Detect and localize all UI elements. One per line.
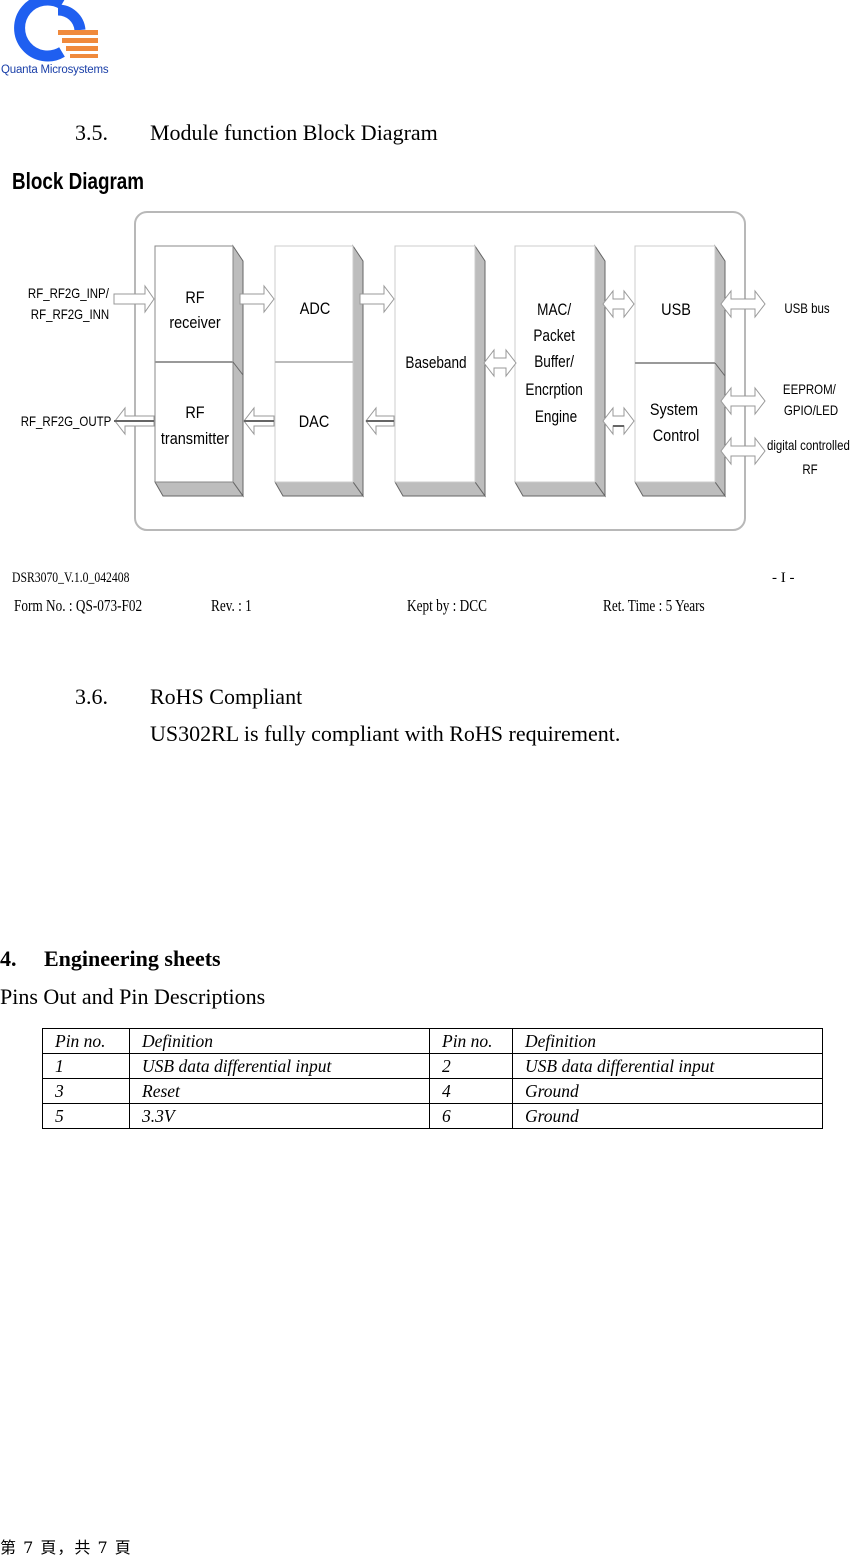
label-digital-rf: digital controlled RF bbox=[767, 437, 850, 477]
table-cell: 1 bbox=[42, 1053, 130, 1079]
rohs-statement: US302RL is fully compliant with RoHS req… bbox=[150, 721, 621, 746]
section-title: Module function Block Diagram bbox=[150, 120, 438, 145]
label-usb-bus: USB bus bbox=[784, 300, 829, 316]
table-cell: 2 bbox=[429, 1053, 513, 1079]
table-row: 3 Reset 4 Ground bbox=[42, 1078, 823, 1104]
table-cell: USB data differential input bbox=[129, 1053, 430, 1079]
header-cell: Definition bbox=[129, 1028, 430, 1054]
table-cell: USB data differential input bbox=[512, 1053, 823, 1079]
section-title: RoHS Compliant bbox=[150, 684, 303, 709]
table-cell: 5 bbox=[42, 1103, 130, 1129]
page-number-footer: 第 7 頁，共 7 頁 bbox=[0, 1538, 132, 1557]
adc-dac-column bbox=[274, 244, 364, 498]
section-number: 4. bbox=[0, 946, 17, 971]
table-cell: 3.3V bbox=[129, 1103, 430, 1129]
table-cell: 3 bbox=[42, 1078, 130, 1104]
table-header-row: Pin no. Definition Pin no. Definition bbox=[42, 1028, 823, 1054]
doc-id: DSR3070_V.1.0_042408 bbox=[12, 570, 130, 586]
table-cell: Ground bbox=[512, 1103, 823, 1129]
pins-subtitle: Pins Out and Pin Descriptions bbox=[0, 984, 266, 1009]
label-eeprom-gpio: EEPROM/ GPIO/LED bbox=[783, 381, 839, 418]
quanta-logo-icon bbox=[14, 0, 98, 62]
section-title: Engineering sheets bbox=[44, 946, 221, 971]
rev: Rev. : 1 bbox=[211, 596, 252, 615]
rf-column bbox=[154, 244, 244, 498]
adc-block: ADC bbox=[300, 300, 330, 318]
form-no: Form No. : QS-073-F02 bbox=[14, 596, 143, 615]
section-number: 3.5. bbox=[75, 120, 108, 145]
section-number: 3.6. bbox=[75, 684, 108, 709]
usb-block: USB bbox=[661, 301, 691, 319]
logo-text: Quanta Microsystems bbox=[1, 64, 109, 76]
block-diagram: RF receiver RF transmitter ADC DAC Baseban… bbox=[21, 211, 850, 531]
header-cell: Definition bbox=[512, 1028, 823, 1054]
section-3-6-heading: 3.6. RoHS Compliant bbox=[75, 684, 302, 710]
table-cell: 4 bbox=[429, 1078, 513, 1104]
kept-by: Kept by : DCC bbox=[407, 596, 487, 615]
section-4-heading: 4. Engineering sheets bbox=[0, 946, 221, 972]
table-cell: Reset bbox=[129, 1078, 430, 1104]
usb-sysctrl-column bbox=[634, 244, 726, 498]
label-rf-in: RF_RF2G_INP/ RF_RF2G_INN bbox=[28, 285, 112, 322]
block-diagram-title: Block Diagram bbox=[12, 168, 145, 194]
table-cell: 6 bbox=[429, 1103, 513, 1129]
baseband-block: Baseband bbox=[405, 354, 466, 373]
label-rf-out: RF_RF2G_OUTP bbox=[21, 413, 112, 429]
section-3-5-heading: 3.5. Module function Block Diagram bbox=[75, 120, 438, 146]
ret-time: Ret. Time : 5 Years bbox=[603, 596, 705, 615]
dac-block: DAC bbox=[299, 413, 329, 431]
pin-table: Pin no. Definition Pin no. Definition 1 … bbox=[42, 1028, 823, 1129]
table-cell: Ground bbox=[512, 1078, 823, 1104]
header-cell: Pin no. bbox=[42, 1028, 130, 1054]
header-cell: Pin no. bbox=[429, 1028, 513, 1054]
table-row: 1 USB data differential input 2 USB data… bbox=[42, 1053, 823, 1079]
page-marker: - I - bbox=[772, 570, 795, 586]
table-row: 5 3.3V 6 Ground bbox=[42, 1103, 823, 1129]
